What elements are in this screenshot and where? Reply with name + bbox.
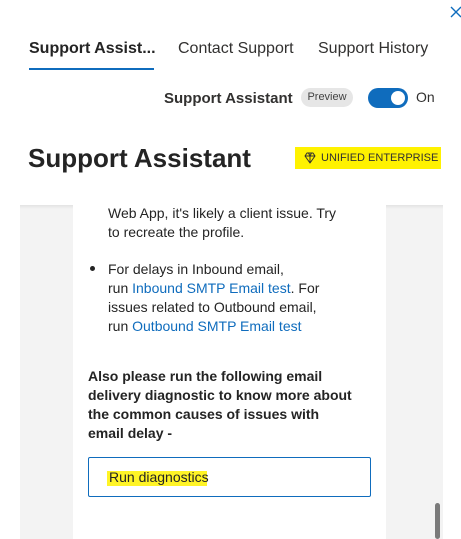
preview-badge: Preview bbox=[301, 88, 353, 107]
diamond-icon bbox=[304, 152, 316, 164]
tab-contact-support[interactable]: Contact Support bbox=[178, 40, 294, 58]
tab-support-history[interactable]: Support History bbox=[318, 40, 428, 58]
bullet-run-text-2: run bbox=[108, 318, 133, 334]
bullet-run-text-1: run bbox=[108, 280, 133, 296]
bullet-line-1: For delays in Inbound email, bbox=[108, 261, 284, 277]
bullet-after-text: . For bbox=[290, 280, 320, 296]
message-intro-line-2: to recreate the profile. bbox=[108, 224, 245, 240]
run-diagnostics-button[interactable]: Run diagnostics bbox=[88, 457, 371, 497]
page-title: Support Assistant bbox=[28, 143, 251, 173]
bullet-dot bbox=[90, 266, 95, 271]
bullet-line-2: run Inbound SMTP Email test. For bbox=[108, 279, 319, 298]
bullet-line-3: issues related to Outbound email, bbox=[108, 299, 317, 315]
tab-bar: Support Assist... Contact Support Suppor… bbox=[0, 38, 461, 72]
close-icon[interactable] bbox=[448, 4, 461, 20]
bullet-line-4: run Outbound SMTP Email test bbox=[108, 317, 302, 336]
outbound-smtp-test-link[interactable]: Outbound SMTP Email test bbox=[132, 318, 301, 334]
tab-support-assistant[interactable]: Support Assist... bbox=[29, 40, 156, 58]
toggle-knob bbox=[391, 91, 405, 105]
assistant-toggle-label: Support Assistant bbox=[164, 90, 293, 107]
panel-scrollbar-thumb[interactable] bbox=[435, 503, 440, 539]
message-intro-line-1: Web App, it's likely a client issue. Try bbox=[108, 205, 337, 221]
plan-badge: UNIFIED ENTERPRISE bbox=[295, 147, 441, 169]
toggle-state-label: On bbox=[416, 89, 435, 105]
plan-badge-label: UNIFIED ENTERPRISE bbox=[321, 152, 439, 164]
assistant-toggle-switch[interactable] bbox=[368, 88, 408, 108]
run-diagnostics-label: Run diagnostics bbox=[109, 469, 209, 485]
active-tab-indicator bbox=[29, 68, 154, 70]
assistant-toggle-row: Support Assistant Preview On bbox=[0, 86, 461, 112]
inbound-smtp-test-link[interactable]: Inbound SMTP Email test bbox=[132, 280, 290, 296]
diagnostic-prompt: Also please run the following email deli… bbox=[88, 368, 352, 441]
